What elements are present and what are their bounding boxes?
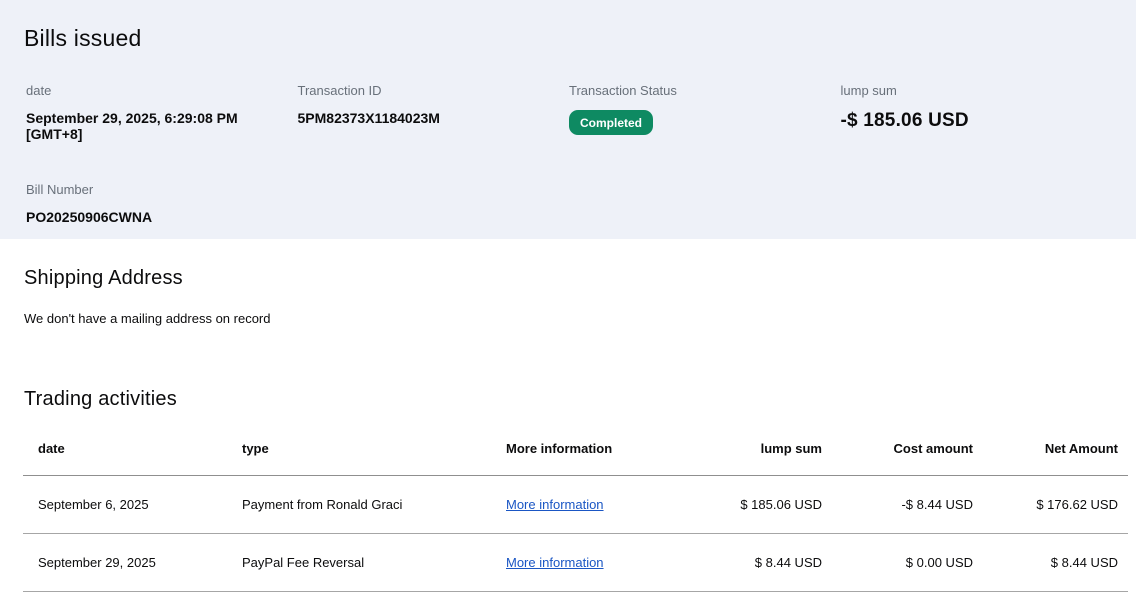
row-cost-amount: -$ 8.44 USD [901,497,973,512]
shipping-address-title: Shipping Address [24,267,183,289]
field-lump-sum: lump sum -$ 185.06 USD [841,83,1113,142]
bill-summary-section: Bills issued date September 29, 2025, 6:… [0,0,1136,239]
table-header-row: date type More information lump sum Cost… [23,441,1128,476]
transaction-id-label: Transaction ID [297,83,382,98]
shipping-address-message: We don't have a mailing address on recor… [24,311,271,326]
more-information-link[interactable]: More information [506,497,604,512]
field-transaction-status: Transaction Status Completed [569,83,841,142]
trading-activities-table: date type More information lump sum Cost… [23,441,1128,592]
row-net-amount: $ 176.62 USD [1036,497,1118,512]
bill-number-label: Bill Number [26,182,94,197]
field-transaction-id: Transaction ID 5PM82373X1184023M [298,83,570,142]
row-type: PayPal Fee Reversal [242,555,365,570]
status-badge: Completed [569,110,654,135]
row-date: September 6, 2025 [38,497,149,512]
lump-sum-label: lump sum [840,83,897,98]
trading-activities-section: Trading activities date type More inform… [0,326,1136,592]
field-date: date September 29, 2025, 6:29:08 PM [GMT… [26,83,298,142]
column-header-more-information: More information [506,441,613,456]
row-lump-sum: $ 8.44 USD [754,555,822,570]
row-net-amount: $ 8.44 USD [1050,555,1118,570]
trading-activities-title: Trading activities [24,388,177,410]
shipping-address-section: Shipping Address We don't have a mailing… [0,239,1136,326]
transaction-id-value: 5PM82373X1184023M [297,110,440,126]
page-title: Bills issued [24,25,142,51]
row-type: Payment from Ronald Graci [242,497,403,512]
lump-sum-value: -$ 185.06 USD [840,110,969,131]
bill-number-value: PO20250906CWNA [26,209,153,225]
field-bill-number: Bill Number PO20250906CWNA [26,182,298,225]
date-label: date [26,83,52,98]
table-row: September 6, 2025 Payment from Ronald Gr… [23,476,1128,534]
column-header-cost-amount: Cost amount [893,441,973,456]
column-header-net-amount: Net Amount [1044,441,1118,456]
column-header-date: date [38,441,65,456]
table-row: September 29, 2025 PayPal Fee Reversal M… [23,534,1128,592]
summary-grid: date September 29, 2025, 6:29:08 PM [GMT… [24,83,1112,225]
more-information-link[interactable]: More information [506,555,604,570]
date-value: September 29, 2025, 6:29:08 PM [GMT+8] [26,110,238,142]
transaction-status-label: Transaction Status [569,83,677,98]
row-date: September 29, 2025 [38,555,156,570]
column-header-lump-sum: lump sum [760,441,822,456]
column-header-type: type [242,441,269,456]
row-lump-sum: $ 185.06 USD [740,497,822,512]
row-cost-amount: $ 0.00 USD [905,555,973,570]
